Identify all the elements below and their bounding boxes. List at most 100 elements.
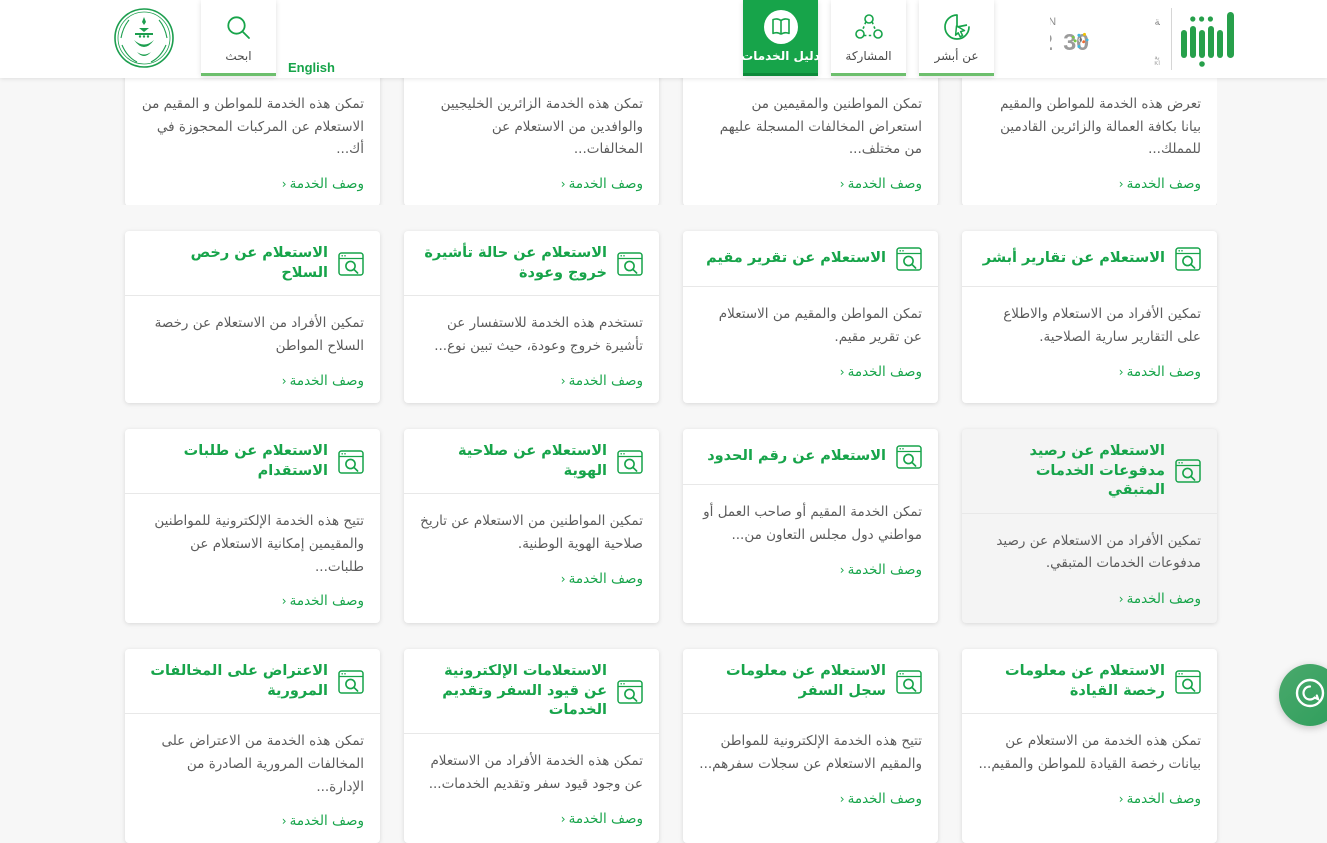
service-description-link[interactable]: وصف الخدمة‹ bbox=[561, 373, 643, 389]
cursor-pie-icon bbox=[942, 7, 972, 47]
service-description-link-label: وصف الخدمة bbox=[848, 364, 922, 380]
service-description-link-label: وصف الخدمة bbox=[848, 176, 922, 192]
service-card[interactable]: تمكن هذه الخدمة الزائرين الخليجيين والوا… bbox=[404, 78, 659, 205]
service-description-link[interactable]: وصف الخدمة‹ bbox=[282, 176, 364, 192]
nav-tile-about-absher-label: عن أبشر bbox=[934, 49, 978, 63]
chevron-left-icon: ‹ bbox=[1119, 792, 1124, 806]
window-search-icon bbox=[617, 680, 643, 704]
service-card[interactable]: الاستعلامات الإلكترونية عن قيود السفر وت… bbox=[404, 649, 659, 843]
chat-support-icon bbox=[1293, 676, 1327, 714]
service-description-link[interactable]: وصف الخدمة‹ bbox=[1119, 364, 1201, 380]
services-row: الاستعلام عن تقارير أبشر تمكين الأفراد م… bbox=[110, 231, 1217, 403]
service-description-link-label: وصف الخدمة bbox=[290, 813, 364, 829]
service-card-description: تمكن هذه الخدمة للمواطن و المقيم من الاس… bbox=[125, 78, 380, 161]
service-description-link-label: وصف الخدمة bbox=[1127, 364, 1201, 380]
service-card-title: الاستعلام عن معلومات سجل السفر bbox=[699, 662, 886, 701]
vision-word-ar: رؤيـــة bbox=[1154, 15, 1160, 28]
service-card[interactable]: الاستعلام عن رصيد مدفوعات الخدمات المتبق… bbox=[962, 429, 1217, 623]
logo-divider bbox=[1171, 8, 1172, 70]
service-description-link[interactable]: وصف الخدمة‹ bbox=[1119, 591, 1201, 607]
service-description-link-label: وصف الخدمة bbox=[290, 176, 364, 192]
chevron-left-icon: ‹ bbox=[840, 177, 845, 191]
service-card-description: تتيح هذه الخدمة الإلكترونية للمواطن والم… bbox=[683, 714, 938, 776]
chevron-left-icon: ‹ bbox=[1119, 365, 1124, 379]
service-card-head: الاستعلام عن رقم الحدود bbox=[683, 429, 938, 485]
service-description-link[interactable]: وصف الخدمة‹ bbox=[840, 364, 922, 380]
service-card[interactable]: الاستعلام عن طلبات الاستقدام تتيح هذه ال… bbox=[125, 429, 380, 623]
service-card-footer: وصف الخدمة‹ bbox=[683, 161, 938, 205]
service-card-description: تمكين الأفراد من الاستعلام عن رخصة السلا… bbox=[125, 296, 380, 358]
service-card-description: تمكن المواطنين والمقيمين من استعراض المخ… bbox=[683, 78, 938, 161]
window-search-icon bbox=[617, 252, 643, 276]
nav-tile-search[interactable]: ابحث bbox=[201, 0, 276, 76]
chevron-left-icon: ‹ bbox=[282, 374, 287, 388]
service-card-footer: وصف الخدمة‹ bbox=[962, 349, 1217, 394]
service-card-description: تمكن الخدمة المقيم أو صاحب العمل أو مواط… bbox=[683, 485, 938, 547]
nav-tile-services-guide-label: دليل الخدمات bbox=[741, 49, 820, 63]
service-description-link[interactable]: وصف الخدمة‹ bbox=[561, 811, 643, 827]
service-card-title: الاستعلام عن رخص السلاح bbox=[141, 244, 328, 283]
service-description-link-label: وصف الخدمة bbox=[1127, 791, 1201, 807]
service-card-head: الاستعلام عن طلبات الاستقدام bbox=[125, 429, 380, 494]
service-description-link[interactable]: وصف الخدمة‹ bbox=[282, 813, 364, 829]
service-card[interactable]: الاستعلام عن حالة تأشيرة خروج وعودة تستخ… bbox=[404, 231, 659, 403]
service-card[interactable]: تمكن المواطنين والمقيمين من استعراض المخ… bbox=[683, 78, 938, 205]
service-card[interactable]: الاستعلام عن رخص السلاح تمكين الأفراد من… bbox=[125, 231, 380, 403]
nav-tile-about-absher[interactable]: عن أبشر bbox=[919, 0, 994, 76]
service-card-head: الاستعلام عن معلومات سجل السفر bbox=[683, 649, 938, 714]
window-search-icon bbox=[338, 670, 364, 694]
service-description-link-label: وصف الخدمة bbox=[848, 791, 922, 807]
window-search-icon bbox=[338, 450, 364, 474]
service-description-link[interactable]: وصف الخدمة‹ bbox=[840, 562, 922, 578]
service-card-footer: وصف الخدمة‹ bbox=[125, 358, 380, 403]
window-search-icon bbox=[617, 450, 643, 474]
service-card-head: الاستعلام عن رصيد مدفوعات الخدمات المتبق… bbox=[962, 429, 1217, 514]
english-language-link[interactable]: English bbox=[288, 60, 335, 75]
service-card[interactable]: الاستعلام عن تقرير مقيم تمكن المواطن وال… bbox=[683, 231, 938, 403]
service-description-link[interactable]: وصف الخدمة‹ bbox=[282, 373, 364, 389]
service-description-link[interactable]: وصف الخدمة‹ bbox=[561, 571, 643, 587]
moi-emblem-logo[interactable] bbox=[113, 7, 175, 69]
service-card-head: الاستعلام عن صلاحية الهوية bbox=[404, 429, 659, 494]
service-description-link-label: وصف الخدمة bbox=[290, 593, 364, 609]
service-description-link[interactable]: وصف الخدمة‹ bbox=[1119, 791, 1201, 807]
window-search-icon bbox=[1175, 247, 1201, 271]
service-card[interactable]: الاعتراض على المخالفات المرورية تمكن هذه… bbox=[125, 649, 380, 843]
service-description-link[interactable]: وصف الخدمة‹ bbox=[561, 176, 643, 192]
service-card-footer: وصف الخدمة‹ bbox=[683, 349, 938, 394]
service-card[interactable]: الاستعلام عن رقم الحدود تمكن الخدمة المق… bbox=[683, 429, 938, 623]
chevron-left-icon: ‹ bbox=[282, 177, 287, 191]
service-description-link[interactable]: وصف الخدمة‹ bbox=[282, 593, 364, 609]
service-description-link[interactable]: وصف الخدمة‹ bbox=[1119, 176, 1201, 192]
service-card-description: تمكن المواطن والمقيم من الاستعلام عن تقر… bbox=[683, 287, 938, 349]
chevron-left-icon: ‹ bbox=[561, 812, 566, 826]
service-card-description: تمكين المواطنين من الاستعلام عن تاريخ صل… bbox=[404, 494, 659, 556]
service-description-link[interactable]: وصف الخدمة‹ bbox=[840, 176, 922, 192]
service-card[interactable]: تعرض هذه الخدمة للمواطن والمقيم بيانا بك… bbox=[962, 78, 1217, 205]
services-row: الاستعلام عن معلومات رخصة القيادة تمكن ه… bbox=[110, 649, 1217, 843]
service-card[interactable]: الاستعلام عن صلاحية الهوية تمكين المواطن… bbox=[404, 429, 659, 623]
service-card-footer: وصف الخدمة‹ bbox=[125, 798, 380, 843]
service-description-link-label: وصف الخدمة bbox=[1127, 176, 1201, 192]
service-card[interactable]: الاستعلام عن معلومات سجل السفر تتيح هذه … bbox=[683, 649, 938, 843]
services-row-partial: تعرض هذه الخدمة للمواطن والمقيم بيانا بك… bbox=[110, 78, 1217, 205]
service-card[interactable]: تمكن هذه الخدمة للمواطن و المقيم من الاس… bbox=[125, 78, 380, 205]
nav-tile-services-guide[interactable]: دليل الخدمات bbox=[743, 0, 818, 76]
service-card-title: الاستعلام عن معلومات رخصة القيادة bbox=[978, 662, 1165, 701]
service-card-footer: وصف الخدمة‹ bbox=[404, 358, 659, 403]
service-description-link[interactable]: وصف الخدمة‹ bbox=[840, 791, 922, 807]
service-card-head: الاستعلام عن تقارير أبشر bbox=[962, 231, 1217, 287]
service-description-link-label: وصف الخدمة bbox=[1127, 591, 1201, 607]
service-card-footer: وصف الخدمة‹ bbox=[404, 161, 659, 205]
service-card[interactable]: الاستعلام عن تقارير أبشر تمكين الأفراد م… bbox=[962, 231, 1217, 403]
chevron-left-icon: ‹ bbox=[561, 177, 566, 191]
window-search-icon bbox=[1175, 459, 1201, 483]
window-search-icon bbox=[338, 252, 364, 276]
chevron-left-icon: ‹ bbox=[282, 594, 287, 608]
chevron-left-icon: ‹ bbox=[1119, 177, 1124, 191]
services-row: تعرض هذه الخدمة للمواطن والمقيم بيانا بك… bbox=[110, 78, 1217, 205]
nav-tile-participation[interactable]: المشاركة bbox=[831, 0, 906, 76]
chevron-left-icon: ‹ bbox=[840, 365, 845, 379]
service-card[interactable]: الاستعلام عن معلومات رخصة القيادة تمكن ه… bbox=[962, 649, 1217, 843]
nav-tile-participation-label: المشاركة bbox=[845, 49, 891, 63]
